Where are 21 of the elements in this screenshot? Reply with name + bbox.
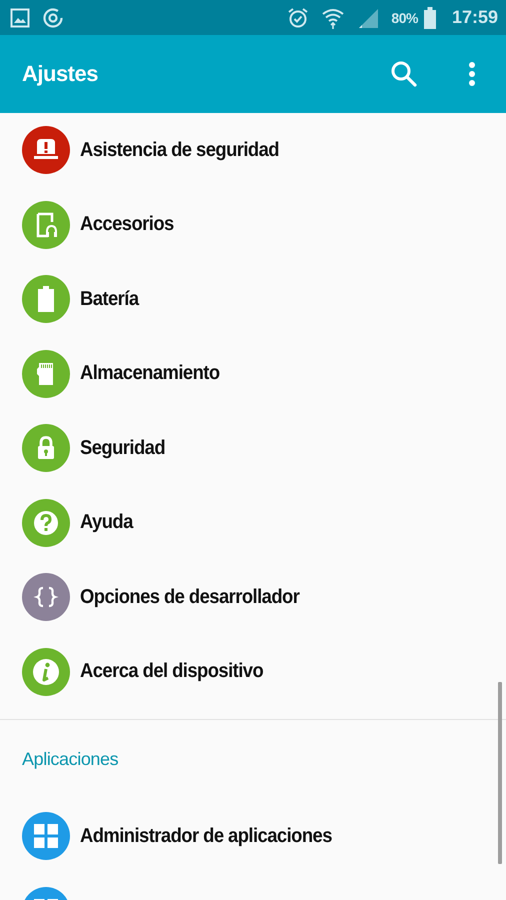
settings-item[interactable]: Administrador de aplicaciones <box>0 799 506 874</box>
sync-icon <box>42 6 64 28</box>
section-header: Aplicaciones <box>22 749 118 770</box>
gallery-icon <box>10 8 30 28</box>
alarm-icon <box>287 6 310 28</box>
battery-percent: 80% <box>391 10 418 26</box>
search-icon[interactable] <box>390 60 418 88</box>
settings-item[interactable]: Acerca del dispositivo <box>0 634 506 709</box>
settings-item[interactable]: Seguridad <box>0 411 506 486</box>
settings-item[interactable]: Asistencia de seguridad <box>0 113 506 188</box>
signal-icon <box>357 6 380 28</box>
battery-icon <box>424 6 436 28</box>
screen-title: Ajustes <box>22 61 98 87</box>
settings-item[interactable]: Batería <box>0 262 506 336</box>
settings-item[interactable]: Opciones de desarrollador <box>0 560 506 634</box>
settings-item[interactable]: Almacenamiento <box>0 336 506 411</box>
more-menu-icon[interactable] <box>468 61 476 87</box>
clock: 17:59 <box>452 7 498 28</box>
wifi-icon <box>321 6 346 28</box>
settings-item[interactable]: Ayuda <box>0 486 506 560</box>
settings-item[interactable]: Accesorios <box>0 188 506 262</box>
